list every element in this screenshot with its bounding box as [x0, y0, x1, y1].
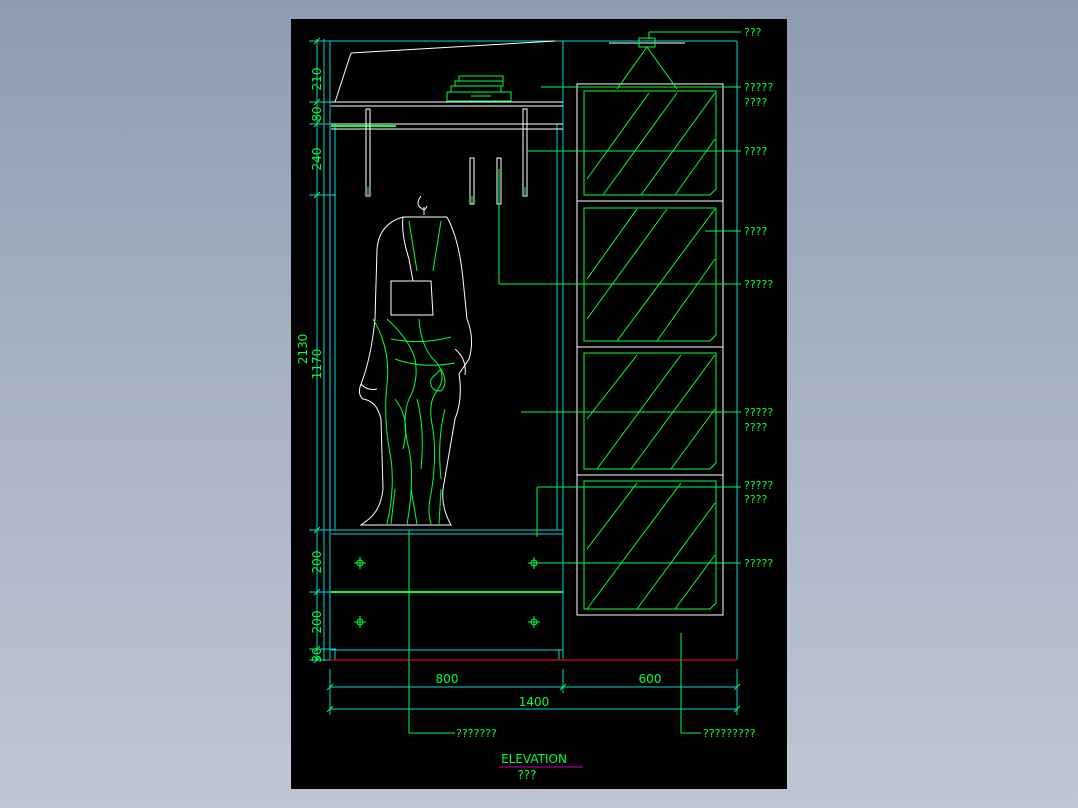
mirror-glass-panes	[583, 90, 717, 610]
leader-lines	[408, 31, 741, 734]
wall-hooks	[469, 157, 502, 209]
dim-240: 240	[310, 148, 324, 171]
callout-panel-2: ????	[744, 421, 768, 434]
callout-drawer-face: ???????	[456, 727, 497, 740]
bottom-dimension-labels: 800 600 1400	[436, 672, 662, 709]
drawing-subtitle: ???	[517, 768, 536, 782]
callout-base-2: ????	[744, 493, 768, 506]
ceiling-lamp	[609, 37, 685, 90]
mirror-panel	[576, 83, 724, 616]
callout-rail: ????	[744, 145, 768, 158]
dim-600: 600	[639, 672, 662, 686]
dim-2130: 2130	[296, 334, 310, 365]
callout-lamp: ???	[744, 26, 762, 39]
callout-shelf-2: ????	[744, 96, 768, 109]
callout-mirror: ????	[744, 225, 768, 238]
dim-800: 800	[436, 672, 459, 686]
dim-30: 30	[310, 647, 324, 662]
dim-200-lower: 200	[310, 611, 324, 634]
drawing-title: ELEVATION	[501, 752, 567, 766]
drawer-block	[331, 529, 563, 661]
callout-hook: ?????	[744, 278, 773, 291]
dim-1400: 1400	[519, 695, 550, 709]
hanging-robe	[358, 195, 473, 526]
callout-shelf-1: ?????	[744, 81, 773, 94]
callout-floor: ?????????	[703, 727, 756, 740]
dim-80: 80	[310, 106, 324, 121]
dim-210: 210	[310, 68, 324, 91]
dim-1170: 1170	[310, 349, 324, 380]
stacked-books	[446, 75, 512, 102]
hanging-rail	[331, 108, 563, 197]
left-dimension-labels: 210 80 240 2130 1170 200 200 30	[296, 68, 324, 663]
dim-200-upper: 200	[310, 551, 324, 574]
callout-base-1: ?????	[744, 479, 773, 492]
callout-panel-1: ?????	[744, 406, 773, 419]
cad-sheet: 210 80 240 2130 1170 200 200 30 ??? ????…	[291, 19, 787, 789]
callout-drawer: ?????	[744, 557, 773, 570]
elevation-drawing: 210 80 240 2130 1170 200 200 30 ??? ????…	[296, 26, 773, 782]
drawing-title-block: ELEVATION ???	[499, 752, 583, 782]
